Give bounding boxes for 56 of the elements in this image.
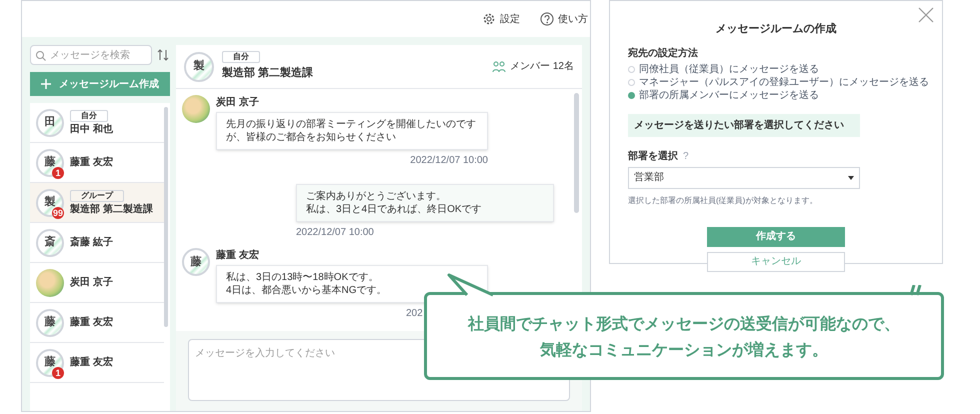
helper-text: 選択した部署の所属社員(従業員)が対象となります。	[628, 194, 818, 206]
avatar: 藤	[182, 248, 210, 276]
member-count[interactable]: メンバー 12名	[510, 59, 574, 74]
radio-label: マネージャー（パルスアイの登録ユーザー）にメッセージを送る	[639, 76, 929, 88]
avatar: 斎	[36, 228, 64, 256]
room-name: 藤重 友宏	[70, 356, 114, 369]
sort-icon[interactable]	[156, 48, 170, 62]
timestamp: 202	[406, 307, 423, 321]
timestamp: 2022/12/07 10:00	[410, 154, 488, 168]
message-text: ご案内ありがとうございます。	[306, 190, 446, 203]
scrollbar[interactable]	[574, 93, 579, 213]
dialog-title: メッセージルームの作成	[716, 22, 836, 37]
room-name: 田中 和也	[70, 122, 114, 136]
gear-icon	[482, 12, 496, 26]
message-text: 私は、3日と4日であれば、終日OKです	[306, 203, 482, 216]
field-label: 部署を選択	[628, 150, 678, 164]
search-icon	[35, 50, 46, 60]
callout-text: 社員間でチャット形式でメッセージの送受信が可能なので、	[468, 314, 900, 335]
tag-label: 自分	[222, 51, 260, 64]
sender-name: 藤重 友宏	[216, 248, 259, 263]
tag-label: 自分	[70, 110, 108, 122]
photo-placeholder	[36, 268, 64, 296]
caret-icon	[848, 176, 854, 180]
sender-name: 炭田 京子	[216, 95, 259, 110]
search-field[interactable]: メッセージを検索	[30, 45, 152, 65]
close-icon[interactable]	[918, 7, 934, 23]
avatar: 藤	[36, 308, 64, 336]
message-text: 先月の振り返りの部署ミーティングを開催したいのですが、皆様のご都合をお知らせください	[226, 118, 477, 144]
notice-banner: メッセージを送りたい部署を選択してください	[628, 114, 860, 136]
room-list-item[interactable]: 製 99 グループ 製造部 第二製造課	[30, 183, 164, 223]
room-name: 藤重 友宏	[70, 156, 114, 169]
message-text: 4日は、都合悪いから基本NGです。	[226, 284, 387, 297]
room-title: 製造部 第二製造課	[222, 66, 314, 82]
radio-button[interactable]	[628, 92, 635, 98]
avatar: 製	[184, 52, 214, 82]
department-dropdown[interactable]: 営業部	[628, 166, 860, 188]
avatar: 田	[36, 108, 64, 136]
room-name: 製造部 第二製造課	[70, 202, 154, 216]
room-name: 藤重 友宏	[70, 316, 114, 329]
plus-icon	[41, 79, 51, 89]
menu-link[interactable]: 設定	[500, 12, 520, 26]
members-icon	[492, 60, 506, 73]
radio-button[interactable]	[628, 78, 635, 86]
photo-placeholder	[182, 95, 210, 123]
radio-label: 部署の所属メンバーにメッセージを送る	[639, 88, 819, 102]
scrollbar[interactable]	[164, 107, 168, 327]
room-name: 斎藤 紘子	[70, 236, 114, 249]
menu-link[interactable]: 使い方	[558, 12, 588, 26]
timestamp: 2022/12/07 10:00	[296, 226, 374, 240]
radio-label: 同僚社員（従業員）にメッセージを送る	[639, 62, 819, 76]
tag-label: グループ	[70, 190, 124, 202]
section-label: 宛先の設定方法	[628, 46, 698, 60]
message-text: 私は、3日の13時〜18時OKです。	[226, 271, 378, 284]
radio-button[interactable]	[628, 66, 635, 72]
room-name: 炭田 京子	[70, 276, 114, 289]
help-icon	[540, 12, 554, 26]
